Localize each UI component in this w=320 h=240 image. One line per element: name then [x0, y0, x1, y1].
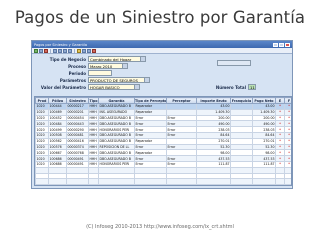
- first-record-icon[interactable]: [53, 48, 57, 53]
- new-record-icon[interactable]: [34, 48, 38, 53]
- status-area: [217, 60, 251, 66]
- window-controls: [273, 42, 290, 47]
- table-cell: [88, 178, 99, 185]
- minimize-icon[interactable]: [273, 42, 278, 47]
- parameters-row: Parámetros PRODUCTO DE SEGUROS: [40, 77, 150, 83]
- business-type-select[interactable]: Combinado del Hogar: [88, 56, 146, 62]
- window-title: Pagos por Siniestro y Garantía: [34, 42, 87, 47]
- period-field[interactable]: [88, 70, 112, 76]
- export-icon[interactable]: [87, 48, 91, 53]
- save-icon[interactable]: [39, 48, 43, 53]
- table-cell: [252, 178, 276, 185]
- toolbar-separator: [74, 48, 75, 53]
- table-cell: [166, 178, 197, 185]
- last-record-icon[interactable]: [68, 48, 72, 53]
- toolbar-separator: [50, 48, 51, 53]
- process-label: Proceso: [68, 63, 86, 69]
- parameter-value-label: Valor del Parámetro: [40, 84, 86, 90]
- close-icon[interactable]: [285, 42, 290, 47]
- payments-table: Prod Póliza Siniestro Tipo Garantía Tipo de P…: [35, 97, 291, 185]
- table-cell: [66, 178, 89, 185]
- toolbar: [32, 48, 292, 54]
- delete-icon[interactable]: [44, 48, 48, 53]
- slide-title: Pagos de un Siniestro por Garantía: [14, 8, 306, 27]
- table-cell: [284, 178, 291, 185]
- parameters-label: Parámetros: [59, 77, 86, 83]
- previous-record-icon[interactable]: [58, 48, 62, 53]
- total-count-value: 11: [248, 84, 256, 90]
- empty-row: [35, 178, 291, 185]
- period-row: Periodo: [40, 70, 112, 76]
- business-type-label: Tipo de Negocio: [49, 56, 86, 62]
- payments-window: Pagos por Siniestro y Garantía Tipo de N…: [31, 40, 293, 189]
- parameter-value-row: Valor del Parámetro HOGAR BASICO: [40, 84, 140, 90]
- search-icon[interactable]: [77, 48, 81, 53]
- process-row: Proceso Marzo 2010: [40, 63, 128, 69]
- parameters-select[interactable]: PRODUCTO DE SEGUROS: [88, 77, 150, 83]
- table-cell: [35, 178, 49, 185]
- copyright-footer: (C) Infoseg 2010-2013 http://www.infoseg…: [86, 224, 234, 230]
- total-count-row: Número Total 11: [212, 84, 256, 90]
- table-cell: [48, 178, 67, 185]
- payments-grid: Prod Póliza Siniestro Tipo Garantía Tipo de P…: [34, 96, 292, 186]
- table-cell: [134, 178, 167, 185]
- table-cell: [275, 178, 285, 185]
- table-cell: [196, 178, 231, 185]
- parameter-value-select[interactable]: HOGAR BASICO: [88, 84, 140, 90]
- window-titlebar: Pagos por Siniestro y Garantía: [32, 41, 292, 48]
- total-count-label: Número Total: [215, 84, 246, 90]
- exit-icon[interactable]: [92, 48, 96, 53]
- print-icon[interactable]: [82, 48, 86, 53]
- next-record-icon[interactable]: [63, 48, 67, 53]
- period-label: Periodo: [68, 70, 86, 76]
- filter-form: Tipo de Negocio Combinado del Hogar Proc…: [32, 55, 292, 95]
- table-cell: [98, 178, 135, 185]
- process-select[interactable]: Marzo 2010: [88, 63, 128, 69]
- table-cell: [230, 178, 253, 185]
- maximize-icon[interactable]: [279, 42, 284, 47]
- grid-body: 1020 100444 00000217 HHH DBO.ASEGURADO B Repa…: [35, 103, 291, 185]
- status-box: [217, 60, 251, 66]
- business-type-row: Tipo de Negocio Combinado del Hogar: [40, 56, 146, 62]
